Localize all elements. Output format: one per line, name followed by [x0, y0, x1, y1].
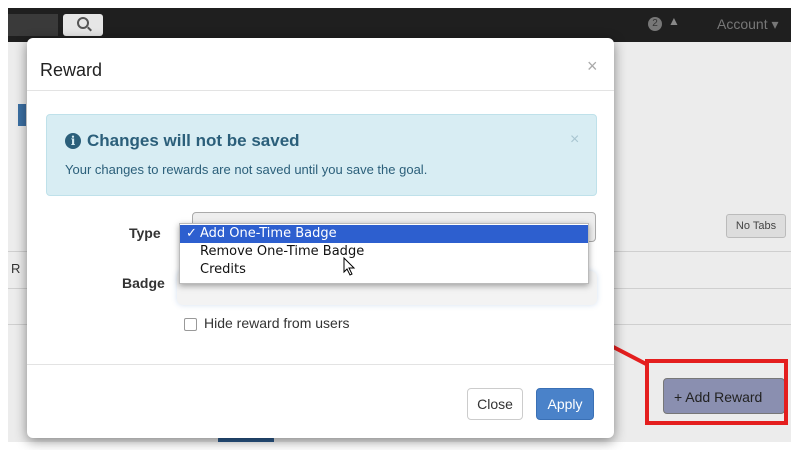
alert-message: Your changes to rewards are not saved un… — [65, 162, 428, 177]
row-label: R — [11, 261, 21, 276]
option-add-one-time-badge[interactable]: ✓ Add One-Time Badge — [180, 225, 588, 243]
reward-modal: Reward × i Changes will not be saved × Y… — [27, 38, 614, 438]
check-icon: ✓ — [186, 226, 197, 241]
account-menu[interactable]: Account ▾ — [717, 16, 779, 33]
search-icon — [77, 17, 89, 29]
type-label: Type — [129, 225, 161, 241]
badge-label: Badge — [122, 275, 165, 291]
alert-title: Changes will not be saved — [87, 131, 300, 150]
option-label: Remove One-Time Badge — [200, 244, 365, 259]
option-remove-one-time-badge[interactable]: Remove One-Time Badge — [180, 243, 588, 261]
search-button[interactable] — [63, 14, 103, 36]
bell-icon[interactable]: ▲ — [668, 14, 680, 28]
hide-reward-label[interactable]: Hide reward from users — [204, 315, 350, 331]
info-alert: i Changes will not be saved × Your chang… — [46, 114, 597, 196]
header-divider — [27, 90, 614, 91]
option-label: Add One-Time Badge — [200, 226, 337, 241]
footer-divider — [27, 364, 614, 365]
navbar: 2 ▲ Account ▾ — [8, 8, 791, 42]
type-dropdown-list: ✓ Add One-Time Badge Remove One-Time Bad… — [179, 223, 589, 284]
mouse-cursor-icon — [343, 257, 356, 276]
option-credits[interactable]: Credits — [180, 261, 588, 279]
modal-title: Reward — [40, 60, 103, 80]
modal-close-icon[interactable]: × — [587, 56, 598, 77]
hide-reward-checkbox[interactable] — [184, 318, 197, 331]
nav-brand-area — [8, 14, 58, 36]
option-label: Credits — [200, 262, 246, 277]
info-icon: i — [65, 133, 81, 149]
alert-close-icon[interactable]: × — [570, 131, 579, 149]
page-accent — [18, 104, 26, 126]
highlight-box — [645, 359, 788, 425]
close-button[interactable]: Close — [467, 388, 523, 420]
apply-button[interactable]: Apply — [536, 388, 594, 420]
notification-badge[interactable]: 2 — [648, 17, 662, 31]
no-tabs-button[interactable]: No Tabs — [726, 214, 786, 238]
